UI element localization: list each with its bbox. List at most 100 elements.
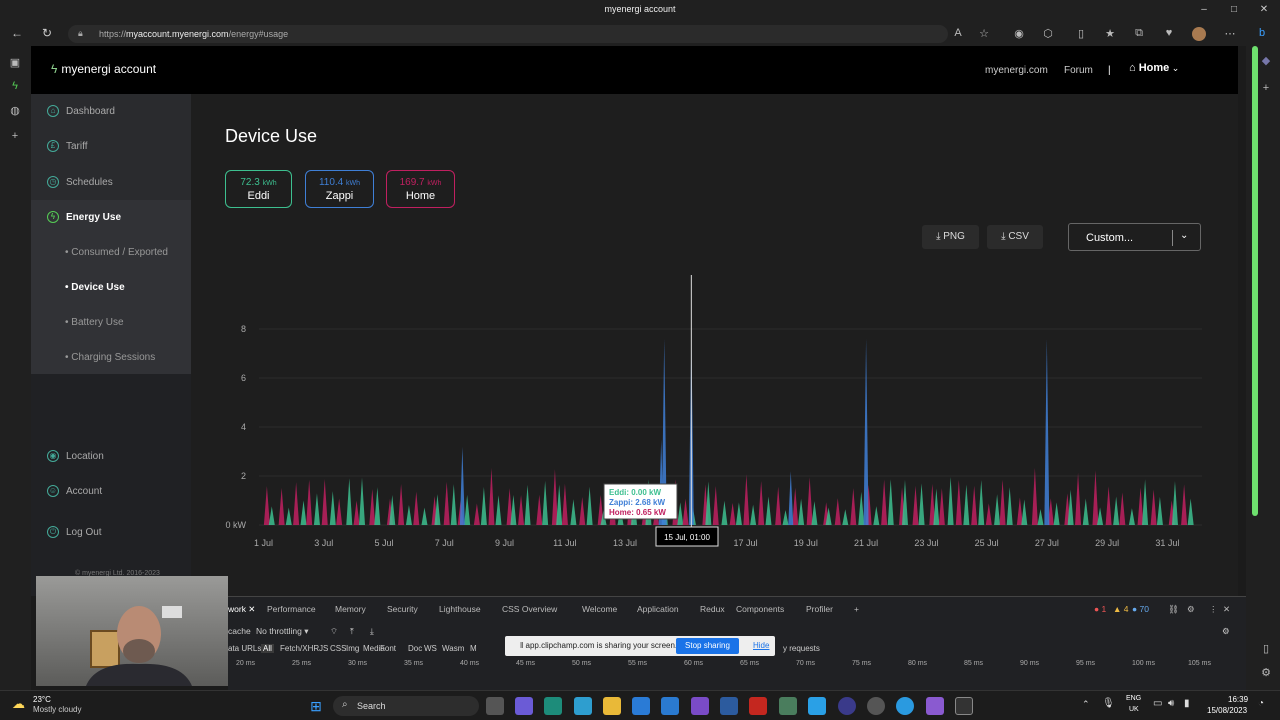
network-filter[interactable]: Font <box>380 644 396 653</box>
task-view-icon[interactable] <box>486 697 504 715</box>
refresh-icon[interactable]: ↻ <box>38 26 56 40</box>
extensions-puzzle-icon[interactable]: ⬡ <box>1040 27 1056 40</box>
read-aloud-icon[interactable]: A <box>950 27 966 39</box>
devtools-tab[interactable]: CSS Overview <box>502 604 557 614</box>
network-filter[interactable]: All <box>261 644 274 653</box>
vscode-icon[interactable] <box>661 697 679 715</box>
clipchamp-icon[interactable] <box>926 697 944 715</box>
hide-share-link[interactable]: Hide <box>753 641 769 650</box>
tabs-icon[interactable]: ▣ <box>5 56 25 69</box>
volume-icon[interactable]: 🔊︎ <box>1168 698 1174 709</box>
export-csv-button[interactable]: ⤓ CSV <box>987 225 1043 249</box>
site-logo[interactable]: ϟ myenergi account <box>51 62 156 76</box>
scrollbar[interactable] <box>1252 46 1258 516</box>
device-toggle-zappi[interactable]: 110.4 kWh Zappi <box>305 170 374 208</box>
device-use-chart[interactable]: 0 kW 2 4 6 8 1 Jul 3 Jul 5 Jul 7 Jul 9 Jul 11 Jul… <box>191 272 1238 562</box>
network-filter[interactable]: Wasm <box>442 644 464 653</box>
tray-overflow-icon[interactable]: ⌃ <box>1082 699 1090 710</box>
download-har-icon[interactable]: ⤓ <box>370 626 374 637</box>
microphone-icon[interactable]: 🎙︎ <box>1102 698 1115 709</box>
add-sidebar-icon[interactable]: + <box>1256 82 1276 94</box>
network-icon[interactable]: ▭ <box>1153 698 1162 709</box>
copilot-icon[interactable]: b <box>1254 27 1270 39</box>
network-filter[interactable]: Doc <box>408 644 422 653</box>
github-desktop-icon[interactable] <box>867 697 885 715</box>
export-png-button[interactable]: ⤓ PNG <box>922 225 979 249</box>
sidebar-subitem-consumed-exported[interactable]: • Consumed / Exported <box>65 247 168 258</box>
stop-sharing-button[interactable]: Stop sharing <box>676 638 739 654</box>
minimize-icon[interactable]: – <box>1196 4 1212 15</box>
github-icon[interactable]: ◍ <box>5 104 25 117</box>
network-filter[interactable]: JS <box>319 644 328 653</box>
devtools-tab[interactable]: Redux <box>700 604 725 614</box>
file-explorer-icon[interactable] <box>603 697 621 715</box>
app2-icon[interactable] <box>779 697 797 715</box>
home-selector[interactable]: ⌂ Home ⌄ <box>1129 62 1179 74</box>
error-count[interactable]: ● 1 <box>1094 604 1106 614</box>
favorites-icon[interactable]: ★ <box>1102 27 1118 40</box>
wifi-icon[interactable]: ⌔ <box>330 626 338 637</box>
info-count[interactable]: ● 70 <box>1132 604 1149 614</box>
terminal-icon[interactable] <box>955 697 973 715</box>
devtools-tab[interactable]: Performance <box>267 604 316 614</box>
app3-icon[interactable] <box>896 697 914 715</box>
devtools-tab[interactable]: Application <box>637 604 679 614</box>
clock-time[interactable]: 16:39 <box>1228 695 1248 704</box>
health-icon[interactable]: ♥ <box>1161 27 1177 39</box>
sidebar-subitem-device-use[interactable]: • Device Use <box>65 282 125 293</box>
devtools-tab[interactable]: Security <box>387 604 418 614</box>
notification-icon[interactable]: ◔ <box>1258 698 1264 709</box>
devtools-more-icon[interactable]: ⋮ <box>1209 604 1218 615</box>
edge-icon[interactable] <box>544 697 562 715</box>
devtools-close-icon[interactable]: ✕ <box>1223 604 1230 615</box>
devtools-tab[interactable]: Welcome <box>582 604 617 614</box>
forum-link[interactable]: Forum <box>1064 65 1093 76</box>
sidebar-subitem-battery-use[interactable]: • Battery Use <box>65 317 124 328</box>
maximize-icon[interactable]: □ <box>1226 4 1242 15</box>
devtools-tab[interactable]: Lighthouse <box>439 604 481 614</box>
language-code[interactable]: ENG <box>1126 695 1141 702</box>
battery-icon[interactable]: ▮ <box>1184 698 1190 709</box>
network-filter[interactable]: CSS <box>330 644 346 653</box>
edge-dev-icon[interactable] <box>574 697 592 715</box>
throttling-select[interactable]: No throttling ▾ <box>256 626 308 637</box>
disable-cache-label[interactable]: cache <box>228 626 251 636</box>
device-toggle-eddi[interactable]: 72.3 kWh Eddi <box>225 170 292 208</box>
settings-icon[interactable]: ⚙ <box>1256 666 1276 679</box>
docker-icon[interactable] <box>808 697 826 715</box>
onepassword-icon[interactable] <box>838 697 856 715</box>
sidebar-subitem-charging-sessions[interactable]: • Charging Sessions <box>65 352 155 363</box>
device-toggle-home[interactable]: 169.7 kWh Home <box>386 170 455 208</box>
address-bar[interactable]: 🔒︎ https://myaccount.myenergi.com/energy… <box>68 25 948 43</box>
myenergi-link[interactable]: myenergi.com <box>985 65 1048 76</box>
network-settings-icon[interactable]: ⚙ <box>1222 626 1230 637</box>
tag-icon[interactable]: ◆ <box>1256 54 1276 67</box>
collections-icon[interactable]: ⧉ <box>1131 27 1147 40</box>
sidebar-item-account[interactable]: ☺ Account <box>47 485 102 497</box>
sidebar-item-dashboard[interactable]: ⌂ Dashboard <box>47 105 115 117</box>
devtools-tab[interactable]: work ✕ <box>228 604 255 615</box>
close-window-icon[interactable]: ✕ <box>1256 4 1272 15</box>
sidebar-item-schedules[interactable]: ◷ Schedules <box>47 176 113 188</box>
taskbar-search[interactable]: ⌕ Search <box>333 696 479 716</box>
devtools-dock-icon[interactable]: ⛓ <box>1168 604 1179 615</box>
teams-icon[interactable] <box>515 697 533 715</box>
sidebar-item-energy-use[interactable]: ϟ Energy Use <box>47 211 121 223</box>
profile-avatar[interactable] <box>1192 27 1206 41</box>
network-filter[interactable]: ata URLs <box>228 644 261 653</box>
devtools-tab[interactable]: Profiler <box>806 604 833 614</box>
acrobat-icon[interactable] <box>749 697 767 715</box>
upload-icon[interactable]: ⤒ <box>350 626 354 637</box>
mail-icon[interactable] <box>632 697 650 715</box>
back-icon[interactable]: ← <box>8 26 26 40</box>
warning-count[interactable]: ▲ 4 <box>1113 604 1129 614</box>
language-region[interactable]: UK <box>1129 706 1139 713</box>
weather-icon[interactable]: ☁ <box>12 696 25 712</box>
weather-desc[interactable]: Mostly cloudy <box>33 705 81 714</box>
weather-temp[interactable]: 23°C <box>33 695 51 704</box>
network-filter[interactable]: Img <box>346 644 359 653</box>
clock-date[interactable]: 15/08/2023 <box>1207 706 1247 715</box>
sidebar-toggle-icon[interactable]: ▯ <box>1256 642 1276 655</box>
sidebar-item-location[interactable]: ◉ Location <box>47 450 104 462</box>
split-screen-icon[interactable]: ▯ <box>1073 27 1089 40</box>
